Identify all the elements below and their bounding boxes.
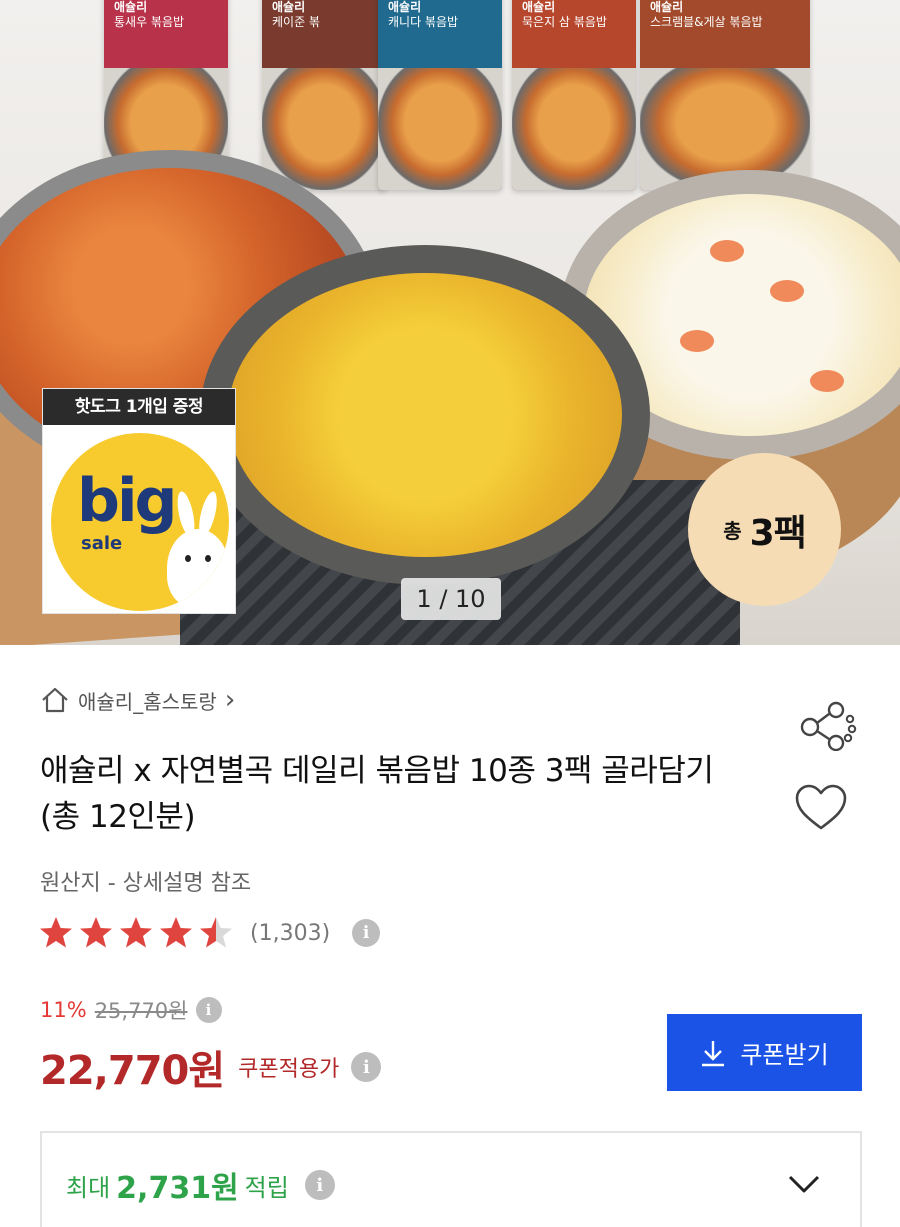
coupon-price-label: 쿠폰적용가 xyxy=(238,1057,340,1082)
reward-prefix: 최대 xyxy=(66,1173,111,1202)
pack-brand: 애슐리 xyxy=(114,0,148,14)
star-icon xyxy=(80,917,112,948)
star-icon xyxy=(200,917,232,948)
home-icon xyxy=(42,687,68,713)
star-icon xyxy=(120,917,152,948)
review-count: (1,303) xyxy=(250,920,331,946)
product-image-carousel[interactable]: 애슐리 통새우 볶음밥 애슐리 케이준 볶 애슐리 캐니다 볶음밥 애슐리 묵은지 삼 … xyxy=(0,0,900,645)
big-sale-badge: big sale xyxy=(51,433,229,611)
origin-info: 원산지 - 상세설명 참조 xyxy=(40,871,252,896)
get-coupon-button[interactable]: 쿠폰받기 xyxy=(667,1014,862,1091)
download-icon xyxy=(702,1040,725,1066)
product-title: 애슐리 x 자연별곡 데일리 볶음밥 10종 3팩 골라담기 (총 12인분) xyxy=(40,753,714,835)
info-icon[interactable]: i xyxy=(195,997,222,1023)
rating-row[interactable]: (1,303) i xyxy=(38,915,381,951)
gift-label: 핫도그 1개입 증정 xyxy=(43,389,235,425)
sale-logo-text: sale xyxy=(81,533,123,554)
info-icon[interactable]: i xyxy=(304,1170,335,1200)
pack-name: 묵은지 삼 볶음밥 xyxy=(522,15,607,29)
reward-text: 최대 2,731원 적립 i xyxy=(66,1163,335,1207)
product-pack: 애슐리 캐니다 볶음밥 xyxy=(378,0,502,190)
star-icon xyxy=(160,917,192,948)
pack-name: 캐니다 볶음밥 xyxy=(388,15,459,29)
product-pack: 애슐리 스크램블&게살 볶음밥 xyxy=(640,0,810,190)
image-page-indicator: 1 / 10 xyxy=(401,578,501,620)
chevron-right-icon: › xyxy=(224,685,236,715)
pack-count-prefix: 총 xyxy=(723,519,742,543)
discount-row: 11% 25,770원 i xyxy=(40,995,222,1025)
big-sale-logo-text: big xyxy=(77,466,177,536)
info-icon[interactable]: i xyxy=(352,919,381,947)
promo-sticker: 핫도그 1개입 증정 big sale xyxy=(42,388,236,614)
share-icon[interactable] xyxy=(796,701,858,751)
pack-brand: 애슐리 xyxy=(522,0,556,14)
pack-name: 케이준 볶 xyxy=(272,15,320,29)
heart-icon[interactable] xyxy=(794,783,848,833)
store-link[interactable]: 애슐리_홈스토랑 › xyxy=(40,685,235,715)
pack-count-value: 3팩 xyxy=(749,512,807,554)
product-pack: 애슐리 묵은지 삼 볶음밥 xyxy=(512,0,636,190)
pack-name: 통새우 볶음밥 xyxy=(114,15,185,29)
reward-suffix: 적립 xyxy=(244,1173,289,1202)
price-row: 22,770원 쿠폰적용가 i xyxy=(40,1038,382,1096)
chevron-down-icon[interactable] xyxy=(786,1169,822,1199)
sale-price: 22,770원 xyxy=(40,1048,225,1094)
info-icon[interactable]: i xyxy=(351,1052,382,1082)
reward-amount: 2,731원 xyxy=(116,1171,239,1206)
reward-points-panel[interactable]: 최대 2,731원 적립 i xyxy=(40,1131,862,1227)
star-icon xyxy=(40,917,72,948)
product-info-section: 애슐리_홈스토랑 › 애슐리 x 자연별곡 데일리 볶음밥 10종 3팩 골라담… xyxy=(0,645,900,1227)
original-price: 25,770원 xyxy=(94,999,188,1023)
pack-count-badge: 총 3팩 xyxy=(688,453,841,606)
pack-name: 스크램블&게살 볶음밥 xyxy=(650,15,763,29)
pack-brand: 애슐리 xyxy=(272,0,306,14)
get-coupon-label: 쿠폰받기 xyxy=(740,1041,829,1069)
egg-fried-rice-pan xyxy=(200,245,650,585)
product-pack: 애슐리 케이준 볶 xyxy=(262,0,386,190)
discount-rate: 11% xyxy=(40,998,87,1022)
pack-brand: 애슐리 xyxy=(650,0,684,14)
bunny-mascot-icon xyxy=(167,529,229,607)
rating-stars xyxy=(38,915,238,951)
store-name: 애슐리_홈스토랑 xyxy=(78,689,217,714)
pack-brand: 애슐리 xyxy=(388,0,422,14)
